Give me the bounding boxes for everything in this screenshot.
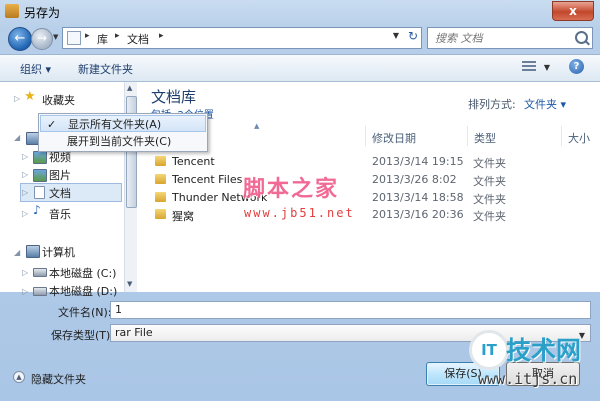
expand-documents-icon[interactable]: ▷ (22, 188, 28, 197)
video-icon (33, 151, 47, 164)
jb51-watermark: 脚本之家 (243, 177, 340, 202)
scroll-down-icon[interactable]: ▼ (127, 280, 132, 288)
file-row[interactable]: Thunder Network 2013/3/14 18:58 文件夹 (153, 190, 593, 206)
music-icon: ♪ (33, 203, 41, 217)
breadcrumb-separator[interactable]: ▸ (85, 31, 90, 41)
breadcrumb-separator[interactable]: ▸ (115, 31, 120, 41)
expand-pictures-icon[interactable]: ▷ (22, 170, 28, 179)
close-button[interactable]: x (552, 1, 594, 21)
column-header-type[interactable]: 类型 (474, 130, 496, 146)
expand-music-icon[interactable]: ▷ (22, 209, 28, 218)
file-date: 2013/3/14 19:15 (372, 155, 464, 168)
file-row[interactable]: Tencent 2013/3/14 19:15 文件夹 (153, 154, 593, 170)
menu-item-expand-to-current[interactable]: 展开到当前文件夹(C) (40, 133, 206, 150)
address-dropdown[interactable]: ▼ (393, 31, 399, 40)
file-type: 文件夹 (473, 157, 506, 170)
file-name: Tencent (172, 155, 215, 168)
forward-button[interactable]: → (31, 28, 53, 50)
hide-folders-toggle[interactable]: ▲ 隐藏文件夹 (13, 371, 86, 387)
context-menu: ✓ 显示所有文件夹(A) 展开到当前文件夹(C) (38, 113, 208, 152)
file-type: 文件夹 (473, 175, 506, 188)
star-icon: ★ (24, 89, 36, 104)
menu-item-show-all-folders[interactable]: ✓ 显示所有文件夹(A) (40, 115, 206, 132)
savetype-label: 保存类型(T): (51, 329, 115, 342)
column-header-size[interactable]: 大小 (568, 130, 590, 146)
arrange-by-dropdown[interactable]: 文件夹 ▾ (524, 96, 566, 112)
organize-button[interactable]: 组织 ▾ (20, 61, 51, 77)
file-row[interactable]: 猩窝 2013/3/16 20:36 文件夹 (153, 207, 593, 223)
filename-field[interactable]: 1 (110, 301, 591, 319)
help-button[interactable]: ? (569, 59, 584, 74)
expand-favorites-icon[interactable]: ▷ (14, 94, 20, 103)
menu-item-label: 展开到当前文件夹(C) (67, 135, 172, 148)
save-as-dialog: 另存为 x ← → ▼ ▸ 库 ▸ 文档 ▸ ▼ ↻ 组织 ▾ 新建文件夹 ▼ … (0, 0, 600, 401)
expand-videos-icon[interactable]: ▷ (22, 152, 28, 161)
sort-ascending-icon: ▲ (254, 122, 260, 130)
file-type: 文件夹 (473, 193, 506, 206)
back-button[interactable]: ← (8, 27, 32, 51)
nav-item-computer[interactable]: 计算机 (42, 244, 75, 260)
hide-folders-label: 隐藏文件夹 (31, 373, 86, 386)
folder-icon (155, 174, 166, 184)
search-input[interactable] (433, 28, 577, 48)
view-dropdown-icon[interactable]: ▼ (544, 63, 550, 72)
new-folder-button[interactable]: 新建文件夹 (78, 61, 133, 77)
menu-item-label: 显示所有文件夹(A) (68, 118, 162, 131)
arrange-by-label: 排列方式: (468, 98, 516, 111)
column-divider[interactable] (365, 126, 366, 146)
nav-item-favorites[interactable]: 收藏夹 (42, 92, 75, 108)
file-date: 2013/3/14 18:58 (372, 191, 464, 204)
collapse-libraries-icon[interactable]: ◢ (14, 133, 20, 142)
search-icon[interactable] (575, 31, 588, 44)
breadcrumb-documents[interactable]: 文档 (127, 31, 149, 47)
computer-icon (26, 245, 40, 258)
folder-icon (155, 192, 166, 202)
nav-item-pictures[interactable]: 图片 (49, 167, 71, 183)
window-title: 另存为 (24, 6, 61, 20)
file-date: 2013/3/16 20:36 (372, 208, 464, 221)
expand-drive-c-icon[interactable]: ▷ (22, 268, 28, 277)
breadcrumb-library[interactable]: 库 (97, 31, 108, 47)
scroll-up-icon[interactable]: ▲ (127, 84, 132, 92)
folder-icon (155, 209, 166, 219)
nav-item-music[interactable]: 音乐 (49, 206, 71, 222)
collapse-computer-icon[interactable]: ◢ (14, 248, 20, 257)
view-options-icon[interactable] (522, 61, 536, 73)
refresh-icon[interactable]: ↻ (408, 29, 418, 43)
column-divider[interactable] (561, 126, 562, 146)
file-name: 猩窝 (172, 210, 194, 223)
jb51-watermark-url: www.jb51.net (244, 206, 355, 220)
file-row[interactable]: Tencent Files 2013/3/26 8:02 文件夹 (153, 172, 593, 188)
library-icon (67, 31, 81, 45)
filename-label: 文件名(N): (58, 306, 112, 319)
itjs-watermark: 技术网 (506, 336, 582, 365)
savetype-value: rar File (115, 326, 153, 339)
document-icon (34, 186, 45, 199)
history-dropdown[interactable]: ▼ (53, 33, 58, 41)
app-icon (5, 4, 19, 18)
search-box[interactable] (427, 27, 593, 49)
breadcrumb-separator[interactable]: ▸ (159, 31, 164, 41)
pictures-icon (33, 169, 47, 182)
drive-icon (33, 268, 47, 277)
library-title: 文档库 (151, 88, 197, 106)
check-icon: ✓ (47, 118, 57, 131)
address-bar[interactable]: ▸ 库 ▸ 文档 ▸ ▼ ↻ (62, 27, 422, 49)
file-date: 2013/3/26 8:02 (372, 173, 457, 186)
folder-icon (155, 156, 166, 166)
title-bar: 另存为 x (0, 0, 600, 22)
toolbar: 组织 ▾ 新建文件夹 ▼ ? (0, 54, 600, 82)
itjs-watermark-url: www.itjs.cn (478, 370, 578, 388)
itjs-logo: IT (469, 330, 509, 370)
file-name: Tencent Files (172, 173, 243, 186)
nav-item-local-disk-c[interactable]: 本地磁盘 (C:) (49, 265, 116, 281)
file-type: 文件夹 (473, 210, 506, 223)
column-header-date[interactable]: 修改日期 (372, 130, 416, 146)
column-divider[interactable] (467, 126, 468, 146)
nav-item-documents[interactable]: 文档 (49, 185, 71, 201)
collapse-icon: ▲ (13, 371, 25, 383)
